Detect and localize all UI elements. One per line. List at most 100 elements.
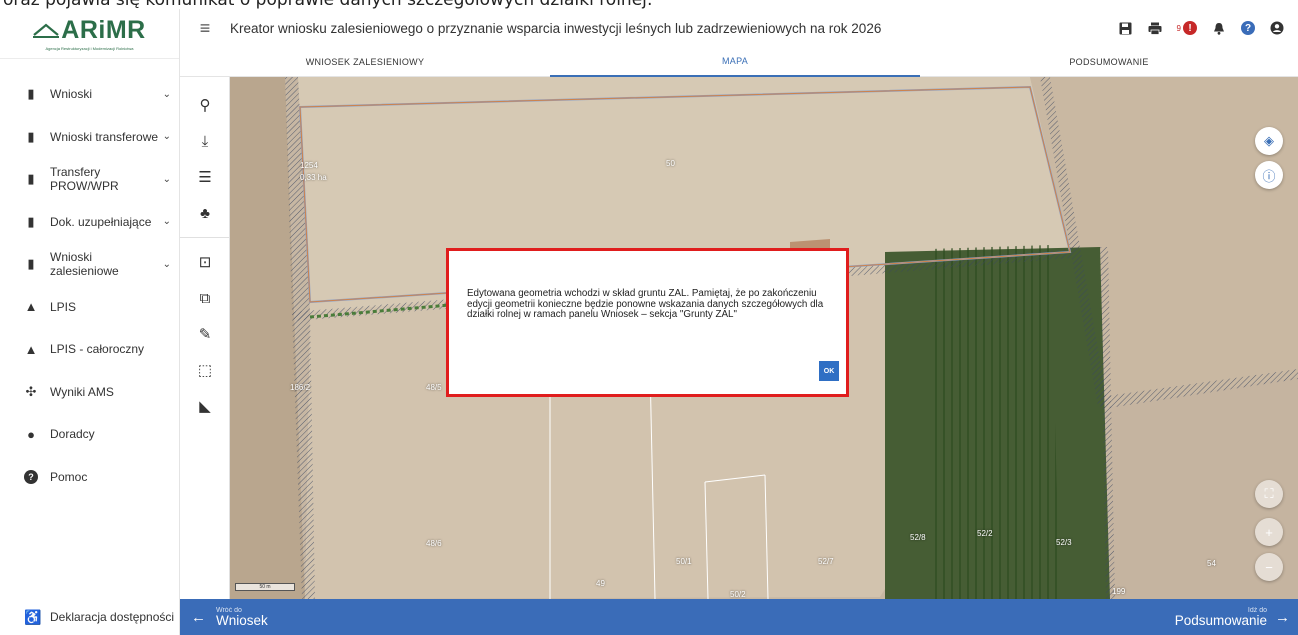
logo[interactable]: ARiMR Agencja Restrukturyzacji i Moderni… xyxy=(0,9,179,59)
tab-bar: WNIOSEK ZALESIENIOWY MAPA PODSUMOWANIE xyxy=(180,47,1298,77)
sidebar-item-label: Doradcy xyxy=(50,427,95,442)
list-icon: ☰ xyxy=(198,169,212,186)
tab-podsumowanie[interactable]: PODSUMOWANIE xyxy=(920,47,1298,77)
sidebar-item-wnioski-transferowe[interactable]: ▮ Wnioski transferowe ⌄ xyxy=(0,116,179,159)
top-header: ≡ Kreator wniosku zalesieniowego o przyz… xyxy=(180,9,1298,47)
fullscreen-button[interactable]: ⛶ xyxy=(1255,480,1283,508)
info-button[interactable]: ⓘ xyxy=(1255,161,1283,189)
sidebar-item-label: LPIS - całoroczny xyxy=(50,342,145,357)
arrow-left-icon: ← xyxy=(191,608,206,626)
menu-toggle-icon[interactable]: ≡ xyxy=(180,18,230,39)
forest-tool[interactable]: ♣ xyxy=(180,195,230,231)
parcel-label: 186/2 xyxy=(290,383,311,392)
sidebar-item-transfery-prow-wpr[interactable]: ▮ Transfery PROW/WPR ⌄ xyxy=(0,158,179,201)
toolbar-divider xyxy=(180,237,229,238)
help-icon[interactable]: ? xyxy=(1241,21,1255,35)
chevron-down-icon: ⌄ xyxy=(162,173,171,185)
bell-icon[interactable] xyxy=(1212,21,1226,35)
clipboard-icon: ▮ xyxy=(27,171,35,187)
sidebar-item-label: Wnioski transferowe xyxy=(50,129,159,144)
sidebar-item-label: Wnioski zalesieniowe xyxy=(50,250,119,279)
copy-geometry-tool[interactable]: ⧉ xyxy=(180,280,230,316)
chevron-down-icon: ⌄ xyxy=(162,131,171,143)
sidebar-item-label: LPIS xyxy=(50,299,77,314)
accessibility-link[interactable]: ♿ Deklaracja dostępności xyxy=(0,599,180,635)
sidebar-item-pomoc[interactable]: ? Pomoc xyxy=(0,456,179,499)
sidebar-item-label: Pomoc xyxy=(50,469,88,484)
measure-tool[interactable]: ◣ xyxy=(180,388,230,424)
map-toolbar: ⚲ ⤓ ☰ ♣ ⊡ ⧉ ✎ ⬚ ◣ xyxy=(180,77,230,599)
sidebar-item-dok-uzupełniające[interactable]: ▮ Dok. uzupełniające ⌄ xyxy=(0,201,179,244)
search-icon: ⚲ xyxy=(199,97,211,114)
download-icon: ⤓ xyxy=(201,132,209,150)
back-label: Wniosek xyxy=(216,612,268,628)
layers-button[interactable]: ◈ xyxy=(1255,127,1283,155)
sidebar-item-wnioski-zalesieniowe[interactable]: ▮ Wnioski zalesieniowe ⌄ xyxy=(0,243,179,286)
parcel-label: 52/2 xyxy=(977,529,993,538)
parcel-label: 50/2 xyxy=(730,590,746,599)
notifications-errors[interactable]: 9 ! xyxy=(1177,21,1197,35)
copy-geometry-icon: ⧉ xyxy=(199,289,211,307)
parcel-label: 50/1 xyxy=(676,557,692,566)
account-icon[interactable] xyxy=(1270,21,1284,35)
arrow-right-icon: → xyxy=(1275,608,1290,626)
sidebar-item-wyniki-ams[interactable]: ✣ Wyniki AMS xyxy=(0,371,179,414)
clipboard-icon: ▮ xyxy=(27,128,35,144)
pencil-tool[interactable]: ✎ xyxy=(180,316,230,352)
sidebar: ARiMR Agencja Restrukturyzacji i Moderni… xyxy=(0,9,180,635)
back-button[interactable]: ← Wróć do Wniosek xyxy=(180,599,440,635)
clipboard-icon: ▮ xyxy=(27,256,35,272)
satellite-icon: ✣ xyxy=(25,383,37,399)
sidebar-item-lpis[interactable]: ▲ LPIS xyxy=(0,286,179,329)
chevron-down-icon: ⌄ xyxy=(162,258,171,270)
sidebar-item-wnioski[interactable]: ▮ Wnioski ⌄ xyxy=(0,73,179,116)
parcel-label: 54 xyxy=(1207,559,1216,568)
list-tool[interactable]: ☰ xyxy=(180,159,230,195)
accessibility-label: Deklaracja dostępności xyxy=(50,610,175,624)
parcel-label: 48/5 xyxy=(426,383,442,392)
notification-count: 9 xyxy=(1176,23,1181,33)
save-icon[interactable] xyxy=(1119,21,1133,35)
layers-icon: ◈ xyxy=(1264,133,1274,148)
rectangle-select-tool[interactable]: ⬚ xyxy=(180,352,230,388)
back-small-label: Wróć do xyxy=(216,606,242,614)
tab-mapa[interactable]: MAPA xyxy=(550,47,920,77)
page-title: Kreator wniosku zalesieniowego o przyzna… xyxy=(230,20,882,36)
next-label: Podsumowanie xyxy=(1174,612,1267,628)
zoom-in-button[interactable]: + xyxy=(1255,518,1283,546)
parcel-label: 52/3 xyxy=(1056,538,1072,547)
sidebar-item-label: Wnioski xyxy=(50,87,93,102)
search-tool[interactable]: ⚲ xyxy=(180,87,230,123)
parcel-area-label: 0,33 ha xyxy=(300,173,327,182)
ok-button[interactable]: OK xyxy=(819,361,839,381)
sidebar-item-label: Dok. uzupełniające xyxy=(50,214,152,229)
rectangle-select-icon: ⬚ xyxy=(197,362,213,379)
minus-icon: − xyxy=(1265,559,1273,575)
parcel-label: 52/7 xyxy=(818,557,834,566)
logo-subtitle: Agencja Restrukturyzacji i Modernizacji … xyxy=(45,46,134,51)
sidebar-item-lpis-całoroczny[interactable]: ▲ LPIS - całoroczny xyxy=(0,328,179,371)
parcel-label: 52/8 xyxy=(910,533,926,542)
sidebar-item-doradcy[interactable]: ● Doradcy xyxy=(0,413,179,456)
clipboard-icon: ▮ xyxy=(27,213,35,229)
parcel-label: 50 xyxy=(666,159,675,168)
next-button[interactable]: Idź do Podsumowanie → xyxy=(1098,599,1298,635)
parcel-label: 1254 xyxy=(300,161,318,170)
warning-dialog: Edytowana geometria wchodzi w skład grun… xyxy=(446,248,849,397)
dialog-message: Edytowana geometria wchodzi w skład grun… xyxy=(467,288,824,321)
parcel-label: 48/6 xyxy=(426,539,442,548)
tab-wniosek-zalesieniowy[interactable]: WNIOSEK ZALESIENIOWY xyxy=(180,47,550,77)
forest-icon: ♣ xyxy=(200,204,210,222)
document-caption: oraz pojawia się komunikat o poprawie da… xyxy=(0,0,1298,9)
logo-text: ARiMR xyxy=(61,16,146,44)
sidebar-nav: ▮ Wnioski ⌄ ▮ Wnioski transferowe ⌄ ▮ Transfery… xyxy=(0,73,179,498)
clipboard-icon: ▮ xyxy=(27,86,35,102)
alert-icon: ! xyxy=(1183,21,1197,35)
zoom-out-button[interactable]: − xyxy=(1255,553,1283,581)
select-area-tool[interactable]: ⊡ xyxy=(180,244,230,280)
chevron-down-icon: ⌄ xyxy=(162,88,171,100)
plus-icon: + xyxy=(1265,524,1273,540)
mountain-icon: ▲ xyxy=(24,341,38,357)
download-tool[interactable]: ⤓ xyxy=(180,123,230,159)
print-icon[interactable] xyxy=(1148,21,1162,35)
